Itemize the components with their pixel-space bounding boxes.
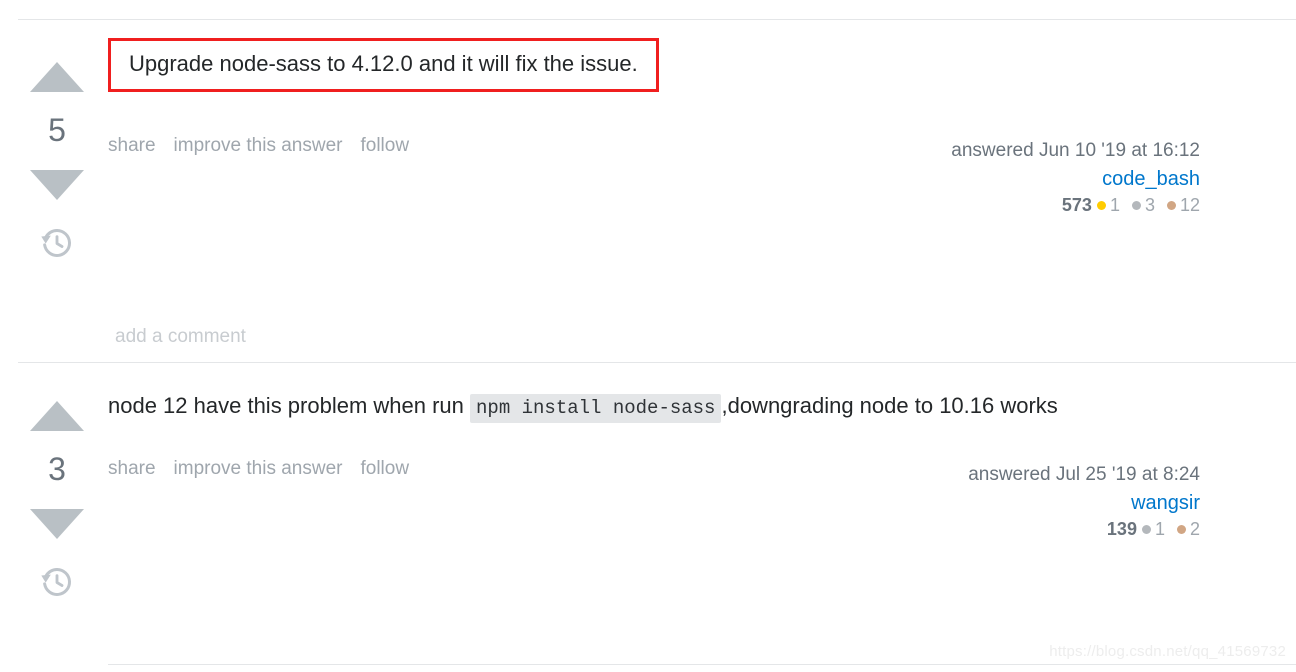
- arrow-up-icon[interactable]: [30, 401, 84, 431]
- user-name-link[interactable]: code_bash: [951, 168, 1200, 191]
- reputation-score: 139: [1106, 519, 1137, 539]
- user-stats: 139 1 2: [968, 519, 1200, 540]
- silver-badge-count: 3: [1144, 195, 1155, 215]
- vote-column-2: 3: [18, 363, 96, 602]
- vote-count: 3: [48, 451, 66, 487]
- bronze-badge-icon: [1176, 524, 1186, 534]
- answer-actions-2: share improve this answer follow: [108, 458, 409, 480]
- answer-text-prefix: node 12 have this problem when run: [108, 393, 471, 418]
- arrow-up-icon[interactable]: [30, 62, 84, 92]
- user-card-1: answered Jun 10 '19 at 16:12 code_bash 5…: [951, 140, 1200, 216]
- history-icon[interactable]: [37, 223, 77, 263]
- silver-badge-icon: [1131, 200, 1141, 210]
- answer-post-1: 5 Upgrade node-sass to 4.12.0 and it wil…: [0, 20, 1296, 362]
- reputation-score: 573: [1061, 195, 1092, 215]
- answers-page: 5 Upgrade node-sass to 4.12.0 and it wil…: [0, 0, 1296, 672]
- answered-timestamp: answered Jun 10 '19 at 16:12: [951, 140, 1200, 161]
- answer-text-2: node 12 have this problem when run npm i…: [108, 391, 1276, 423]
- gold-badge-icon: [1096, 200, 1106, 210]
- share-link[interactable]: share: [108, 135, 156, 156]
- answer-text-suffix: ,downgrading node to 10.16 works: [721, 393, 1058, 418]
- divider-bottom: [108, 664, 1296, 665]
- arrow-down-icon[interactable]: [30, 170, 84, 200]
- answer-body-2: node 12 have this problem when run npm i…: [108, 391, 1276, 423]
- follow-link[interactable]: follow: [360, 458, 409, 479]
- improve-answer-link[interactable]: improve this answer: [174, 458, 343, 479]
- answer-text-1: Upgrade node-sass to 4.12.0 and it will …: [108, 38, 1276, 92]
- silver-badge-count: 1: [1154, 519, 1165, 539]
- add-comment-link[interactable]: add a comment: [115, 326, 246, 348]
- gold-badge-count: 1: [1109, 195, 1120, 215]
- highlighted-answer-text: Upgrade node-sass to 4.12.0 and it will …: [108, 38, 659, 92]
- share-link[interactable]: share: [108, 458, 156, 479]
- answered-timestamp: answered Jul 25 '19 at 8:24: [968, 464, 1200, 485]
- silver-badge-icon: [1141, 524, 1151, 534]
- follow-link[interactable]: follow: [360, 135, 409, 156]
- user-name-link[interactable]: wangsir: [968, 492, 1200, 515]
- inline-code-npm-install: npm install node-sass: [470, 394, 722, 423]
- answer-body-1: Upgrade node-sass to 4.12.0 and it will …: [108, 38, 1276, 92]
- watermark: https://blog.csdn.net/qq_41569732: [1049, 643, 1286, 660]
- bronze-badge-count: 2: [1189, 519, 1200, 539]
- user-card-2: answered Jul 25 '19 at 8:24 wangsir 139 1…: [968, 464, 1200, 540]
- answer-actions-1: share improve this answer follow: [108, 135, 409, 157]
- user-stats: 573 1 3 12: [951, 195, 1200, 216]
- bronze-badge-count: 12: [1179, 195, 1200, 215]
- vote-count: 5: [48, 112, 66, 148]
- bronze-badge-icon: [1166, 200, 1176, 210]
- improve-answer-link[interactable]: improve this answer: [174, 135, 343, 156]
- answer-post-2: 3 node 12 have this problem when run npm…: [0, 363, 1296, 664]
- arrow-down-icon[interactable]: [30, 509, 84, 539]
- vote-column-1: 5: [18, 20, 96, 263]
- history-icon[interactable]: [37, 562, 77, 602]
